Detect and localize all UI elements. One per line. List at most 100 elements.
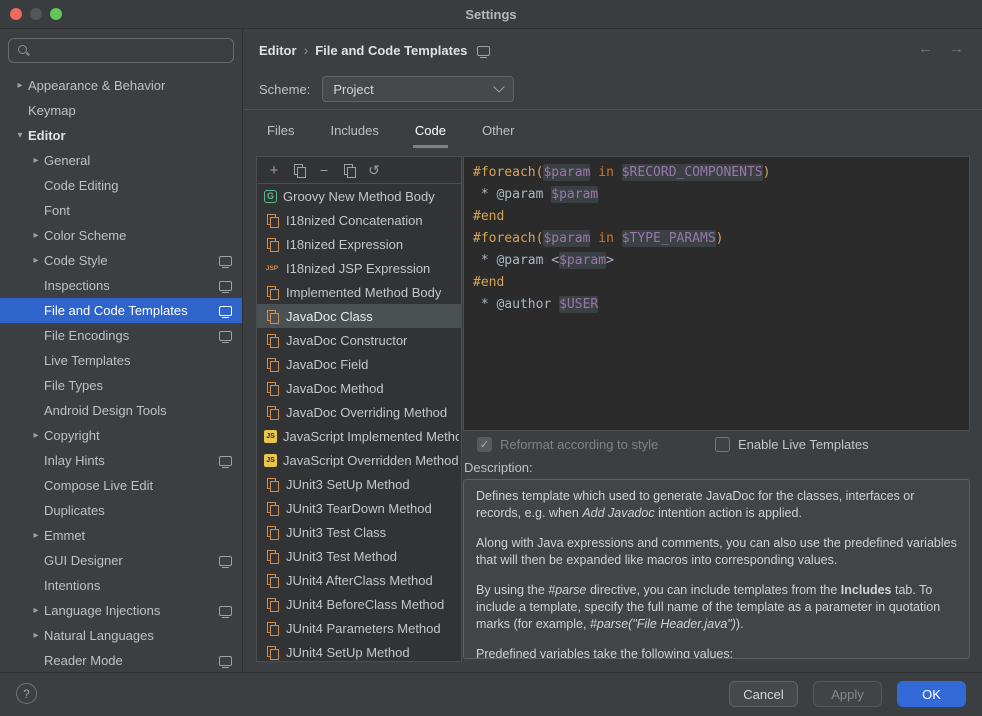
- sidebar-item-gui-designer[interactable]: GUI Designer: [0, 548, 242, 573]
- tab-files[interactable]: Files: [265, 120, 296, 148]
- add-icon: [270, 163, 279, 178]
- sidebar-item-appearance-behavior[interactable]: ▸Appearance & Behavior: [0, 73, 242, 98]
- sidebar-item-label: File Types: [44, 378, 103, 393]
- sidebar-item-label: Inspections: [44, 278, 110, 293]
- template-item-junit4-beforeclass-method[interactable]: JUnit4 BeforeClass Method: [257, 592, 461, 616]
- template-item-i18nized-concatenation[interactable]: I18nized Concatenation: [257, 208, 461, 232]
- chevron-down-icon[interactable]: ▾: [12, 130, 28, 141]
- template-item-javadoc-class[interactable]: JavaDoc Class: [257, 304, 461, 328]
- sidebar-item-file-and-code-templates[interactable]: File and Code Templates: [0, 298, 242, 323]
- close-button[interactable]: [10, 8, 22, 20]
- scheme-select[interactable]: Project: [322, 76, 514, 102]
- template-item-junit3-test-method[interactable]: JUnit3 Test Method: [257, 544, 461, 568]
- sidebar-item-general[interactable]: ▸General: [0, 148, 242, 173]
- template-icon: [264, 644, 280, 660]
- sidebar-item-emmet[interactable]: ▸Emmet: [0, 523, 242, 548]
- cancel-button[interactable]: Cancel: [729, 681, 798, 707]
- apply-button[interactable]: Apply: [813, 681, 882, 707]
- template-item-javascript-implemented-method[interactable]: JSJavaScript Implemented Method: [257, 424, 461, 448]
- template-item-label: Implemented Method Body: [286, 285, 441, 300]
- sidebar-item-label: GUI Designer: [44, 553, 123, 568]
- template-icon: [264, 236, 280, 252]
- chevron-right-icon[interactable]: ▸: [28, 605, 44, 616]
- sidebar-item-inlay-hints[interactable]: Inlay Hints: [0, 448, 242, 473]
- chevron-right-icon[interactable]: ▸: [28, 255, 44, 266]
- sidebar-item-duplicates[interactable]: Duplicates: [0, 498, 242, 523]
- breadcrumb-item-file-and-code-templates[interactable]: File and Code Templates: [315, 43, 467, 58]
- sidebar-item-label: Compose Live Edit: [44, 478, 153, 493]
- template-item-label: JavaScript Overridden Method: [283, 453, 459, 468]
- template-item-implemented-method-body[interactable]: Implemented Method Body: [257, 280, 461, 304]
- sidebar-item-compose-live-edit[interactable]: Compose Live Edit: [0, 473, 242, 498]
- sidebar-item-file-types[interactable]: File Types: [0, 373, 242, 398]
- tab-includes[interactable]: Includes: [328, 120, 380, 148]
- back-button[interactable]: ←: [918, 40, 933, 57]
- toolbar-duplicate-button[interactable]: [338, 160, 360, 180]
- search-input[interactable]: [37, 42, 225, 59]
- template-item-junit4-parameters-method[interactable]: JUnit4 Parameters Method: [257, 616, 461, 640]
- template-item-junit4-setup-method[interactable]: JUnit4 SetUp Method: [257, 640, 461, 661]
- chevron-right-icon[interactable]: ▸: [28, 530, 44, 541]
- help-button[interactable]: ?: [16, 683, 37, 704]
- template-item-label: JUnit3 SetUp Method: [286, 477, 410, 492]
- sidebar-item-file-encodings[interactable]: File Encodings: [0, 323, 242, 348]
- template-item-i18nized-jsp-expression[interactable]: JSPI18nized JSP Expression: [257, 256, 461, 280]
- chevron-right-icon[interactable]: ▸: [28, 230, 44, 241]
- sidebar-item-language-injections[interactable]: ▸Language Injections: [0, 598, 242, 623]
- template-item-label: I18nized JSP Expression: [286, 261, 430, 276]
- description-panel[interactable]: Defines template which used to generate …: [463, 479, 970, 659]
- sidebar-item-keymap[interactable]: Keymap: [0, 98, 242, 123]
- breadcrumb: Editor›File and Code Templates: [259, 42, 490, 58]
- template-item-javadoc-method[interactable]: JavaDoc Method: [257, 376, 461, 400]
- sidebar-item-intentions[interactable]: Intentions: [0, 573, 242, 598]
- template-item-junit3-teardown-method[interactable]: JUnit3 TearDown Method: [257, 496, 461, 520]
- sidebar-item-code-editing[interactable]: Code Editing: [0, 173, 242, 198]
- template-item-junit3-setup-method[interactable]: JUnit3 SetUp Method: [257, 472, 461, 496]
- settings-search[interactable]: [8, 38, 234, 63]
- sidebar-item-android-design-tools[interactable]: Android Design Tools: [0, 398, 242, 423]
- forward-button[interactable]: →: [949, 40, 964, 57]
- tab-other[interactable]: Other: [480, 120, 517, 148]
- template-item-javadoc-overriding-method[interactable]: JavaDoc Overriding Method: [257, 400, 461, 424]
- template-item-junit4-afterclass-method[interactable]: JUnit4 AfterClass Method: [257, 568, 461, 592]
- minimize-button[interactable]: [30, 8, 42, 20]
- sidebar-item-inspections[interactable]: Inspections: [0, 273, 242, 298]
- template-item-label: Groovy New Method Body: [283, 189, 435, 204]
- template-item-groovy-new-method-body[interactable]: GGroovy New Method Body: [257, 184, 461, 208]
- template-item-javadoc-field[interactable]: JavaDoc Field: [257, 352, 461, 376]
- toolbar-revert-button[interactable]: [363, 160, 385, 180]
- sidebar-item-editor[interactable]: ▾Editor: [0, 123, 242, 148]
- reformat-checkbox[interactable]: ✓ Reformat according to style: [477, 437, 658, 452]
- sidebar-item-live-templates[interactable]: Live Templates: [0, 348, 242, 373]
- sidebar-item-code-style[interactable]: ▸Code Style: [0, 248, 242, 273]
- chevron-right-icon[interactable]: ▸: [12, 80, 28, 91]
- template-item-junit3-test-class[interactable]: JUnit3 Test Class: [257, 520, 461, 544]
- ok-button[interactable]: OK: [897, 681, 966, 707]
- tab-code[interactable]: Code: [413, 120, 448, 148]
- sidebar-item-natural-languages[interactable]: ▸Natural Languages: [0, 623, 242, 648]
- titlebar: Settings: [0, 0, 982, 29]
- template-item-javascript-overridden-method[interactable]: JSJavaScript Overridden Method: [257, 448, 461, 472]
- zoom-button[interactable]: [50, 8, 62, 20]
- template-item-javadoc-constructor[interactable]: JavaDoc Constructor: [257, 328, 461, 352]
- code-line: #end: [473, 272, 960, 294]
- scheme-row: Scheme: Project: [259, 76, 514, 102]
- template-item-i18nized-expression[interactable]: I18nized Expression: [257, 232, 461, 256]
- template-editor[interactable]: #foreach($param in $RECORD_COMPONENTS) *…: [463, 156, 970, 431]
- sidebar-item-reader-mode[interactable]: Reader Mode: [0, 648, 242, 672]
- toolbar-copy-button[interactable]: [288, 160, 310, 180]
- template-icon: [264, 332, 280, 348]
- sidebar-item-font[interactable]: Font: [0, 198, 242, 223]
- chevron-right-icon[interactable]: ▸: [28, 155, 44, 166]
- sidebar-item-label: Live Templates: [44, 353, 130, 368]
- sidebar-item-color-scheme[interactable]: ▸Color Scheme: [0, 223, 242, 248]
- template-item-label: JUnit3 Test Method: [286, 549, 397, 564]
- template-icon: [264, 212, 280, 228]
- toolbar-remove-button[interactable]: [313, 160, 335, 180]
- chevron-right-icon[interactable]: ▸: [28, 430, 44, 441]
- sidebar-item-copyright[interactable]: ▸Copyright: [0, 423, 242, 448]
- enable-live-templates-checkbox[interactable]: Enable Live Templates: [715, 437, 869, 452]
- breadcrumb-item-editor[interactable]: Editor: [259, 43, 297, 58]
- toolbar-add-button[interactable]: [263, 160, 285, 180]
- chevron-right-icon[interactable]: ▸: [28, 630, 44, 641]
